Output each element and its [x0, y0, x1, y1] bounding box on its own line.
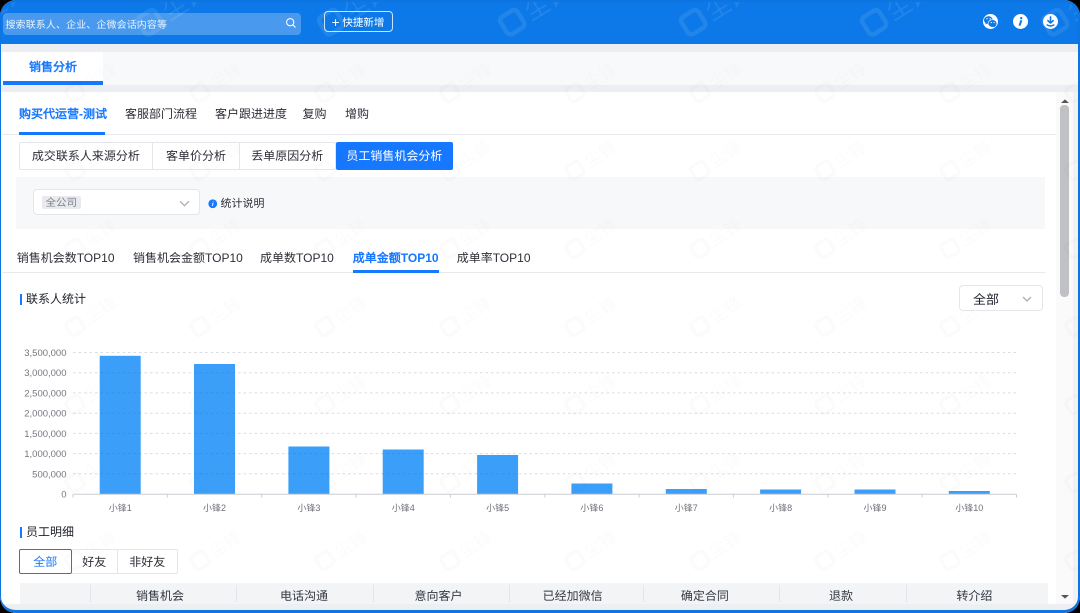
svg-text:小锋8: 小锋8	[769, 501, 792, 514]
svg-text:0: 0	[61, 490, 66, 501]
svg-text:1,500,000: 1,500,000	[24, 429, 66, 440]
svg-text:1,000,000: 1,000,000	[24, 449, 66, 460]
svg-text:小锋6: 小锋6	[580, 501, 603, 514]
svg-text:2,000,000: 2,000,000	[24, 409, 66, 420]
svg-text:2,500,000: 2,500,000	[24, 388, 66, 399]
svg-text:小锋5: 小锋5	[486, 501, 509, 514]
svg-text:小锋4: 小锋4	[392, 501, 415, 514]
svg-text:小锋3: 小锋3	[297, 501, 320, 514]
svg-text:i: i	[212, 201, 214, 208]
svg-text:小锋2: 小锋2	[203, 501, 226, 514]
svg-text:500,000: 500,000	[32, 469, 66, 480]
svg-text:3,500,000: 3,500,000	[24, 348, 66, 359]
svg-text:小锋7: 小锋7	[675, 501, 698, 514]
svg-text:3,000,000: 3,000,000	[24, 368, 66, 379]
svg-text:小锋10: 小锋10	[955, 501, 983, 514]
svg-text:小锋9: 小锋9	[863, 501, 886, 514]
svg-text:小锋1: 小锋1	[109, 501, 132, 514]
